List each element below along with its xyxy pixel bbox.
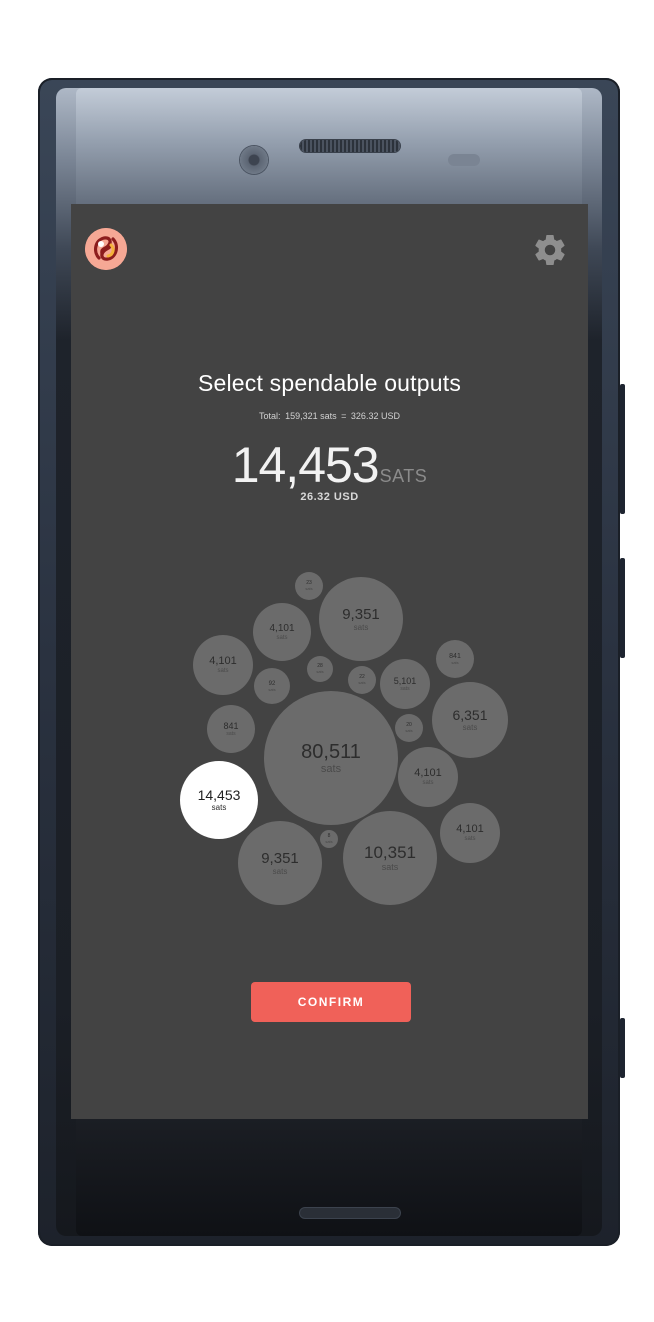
- output-value: 4,101: [414, 767, 442, 779]
- output-unit: sats: [358, 680, 366, 685]
- output-value: 4,101: [269, 622, 295, 634]
- output-unit: sats: [381, 862, 399, 872]
- output-bubble[interactable]: 80,511 sats: [264, 691, 398, 825]
- selected-amount: 14,453SATS: [71, 436, 588, 494]
- output-bubble[interactable]: 9,351 sats: [319, 577, 403, 661]
- output-unit: sats: [268, 686, 276, 692]
- output-bubble[interactable]: 6,351 sats: [432, 682, 508, 758]
- selected-amount-value: 14,453: [231, 437, 380, 493]
- page-title: Select spendable outputs: [197, 370, 462, 396]
- output-bubble[interactable]: 4,101 sats: [398, 747, 458, 807]
- output-value: 4,101: [456, 823, 484, 835]
- total-prefix: Total:: [259, 411, 281, 421]
- output-unit: sats: [325, 839, 333, 844]
- output-unit: sats: [422, 780, 434, 786]
- output-unit: sats: [451, 660, 459, 665]
- output-value: 92: [268, 680, 276, 687]
- output-unit: sats: [405, 728, 413, 733]
- output-value: 9,351: [342, 605, 380, 623]
- output-bubble[interactable]: 4,101 sats: [253, 603, 311, 661]
- output-unit: sats: [211, 803, 227, 812]
- power-button: [620, 384, 625, 514]
- earpiece-speaker: [300, 140, 400, 152]
- output-unit: sats: [400, 685, 410, 692]
- output-unit: sats: [462, 723, 478, 732]
- output-unit: sats: [226, 730, 236, 737]
- output-value: 10,351: [364, 843, 416, 862]
- output-bubble[interactable]: 20 sats: [395, 714, 423, 742]
- output-bubble[interactable]: 841 sats: [436, 640, 474, 678]
- selected-amount-unit: SATS: [379, 466, 428, 486]
- app-logo-icon[interactable]: [85, 228, 127, 270]
- output-unit: sats: [276, 634, 288, 641]
- output-bubble[interactable]: 14,453 sats: [180, 761, 258, 839]
- gear-icon[interactable]: [532, 232, 568, 268]
- output-value: 14,453: [197, 787, 241, 803]
- output-unit: sats: [316, 669, 324, 674]
- output-unit: sats: [272, 866, 288, 876]
- output-bubble[interactable]: 10,351 sats: [343, 811, 437, 905]
- confirm-button[interactable]: CONFIRM: [251, 982, 411, 1022]
- top-bezel: [76, 88, 582, 206]
- output-bubble[interactable]: 841 sats: [207, 705, 255, 753]
- total-equals: =: [341, 411, 347, 421]
- proximity-sensor: [448, 154, 480, 166]
- camera-button: [620, 1018, 625, 1078]
- output-bubble[interactable]: 5,101 sats: [380, 659, 430, 709]
- output-value: 9,351: [261, 849, 299, 867]
- bottom-speaker: [300, 1208, 400, 1218]
- output-value: 4,101: [209, 655, 237, 667]
- output-value: 80,511: [301, 740, 361, 763]
- output-unit: sats: [305, 586, 313, 591]
- output-bubble[interactable]: 22 sats: [348, 666, 376, 694]
- selected-usd: 26.32 USD: [300, 491, 359, 503]
- app-screen: Select spendable outputs Total: 159,321 …: [71, 204, 588, 1119]
- output-bubble[interactable]: 8 sats: [320, 830, 338, 848]
- output-unit: sats: [353, 622, 369, 632]
- output-bubble[interactable]: 92 sats: [254, 668, 290, 704]
- total-usd: 326.32 USD: [350, 411, 400, 421]
- total-sats: 159,321 sats: [285, 411, 337, 421]
- bottom-bezel: [76, 1118, 582, 1236]
- total-balance: Total: 159,321 sats = 326.32 USD: [71, 411, 588, 421]
- volume-button: [620, 558, 625, 658]
- output-bubble[interactable]: 23 sats: [295, 572, 323, 600]
- output-bubble[interactable]: 4,101 sats: [440, 803, 500, 863]
- output-unit: sats: [464, 836, 476, 842]
- output-bubble[interactable]: 9,351 sats: [238, 821, 322, 905]
- output-value: 5,101: [393, 675, 417, 686]
- output-unit: sats: [320, 762, 342, 775]
- output-value: 841: [223, 720, 239, 731]
- output-unit: sats: [217, 668, 229, 674]
- output-bubble[interactable]: 28 sats: [307, 656, 333, 682]
- output-bubble[interactable]: 4,101 sats: [193, 635, 253, 695]
- front-camera: [240, 146, 268, 174]
- output-value: 6,351: [452, 707, 488, 723]
- output-value: 841: [449, 653, 461, 660]
